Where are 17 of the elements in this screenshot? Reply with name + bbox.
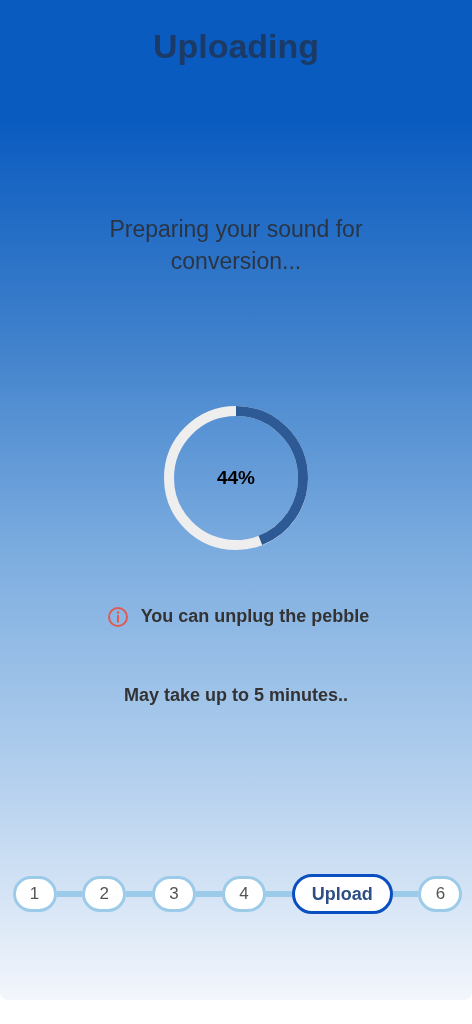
step-button[interactable]: 4 <box>221 876 266 912</box>
time-estimate: May take up to 5 minutes.. <box>123 684 349 707</box>
step-connector <box>196 891 222 897</box>
progress-percentage: 44% <box>216 465 256 490</box>
unplug-notice: You can unplug the pebble <box>140 605 370 628</box>
step-connector <box>56 891 83 897</box>
step-connector <box>392 891 419 897</box>
step-button[interactable]: 3 <box>152 876 197 912</box>
step-button[interactable]: 6 <box>418 876 463 912</box>
step-button[interactable]: 1 <box>12 876 57 912</box>
info-icon <box>106 605 129 628</box>
status-message: Preparing your sound for conversion... <box>108 215 364 276</box>
step-button[interactable]: 2 <box>82 876 127 912</box>
page-title: Uploading <box>152 26 320 67</box>
step-button[interactable]: Upload <box>291 874 393 914</box>
step-connector <box>265 891 292 897</box>
step-connector <box>126 891 153 897</box>
